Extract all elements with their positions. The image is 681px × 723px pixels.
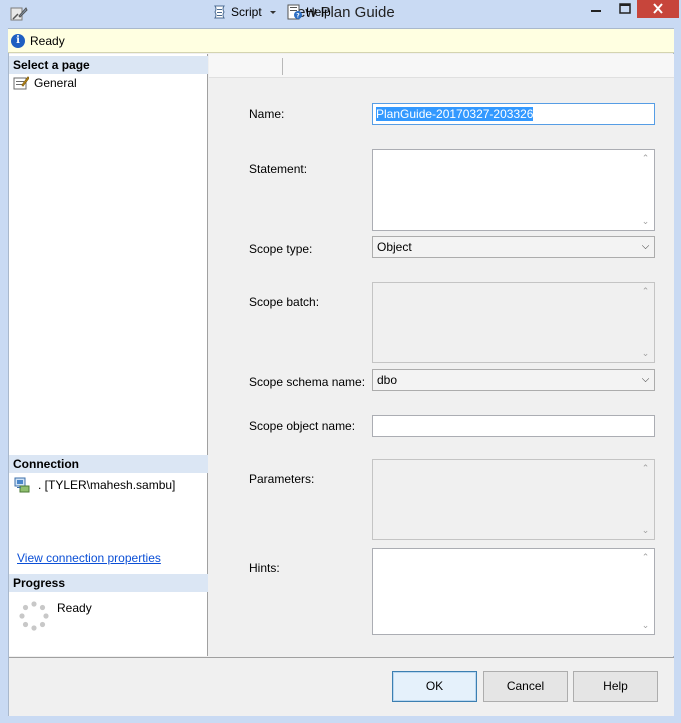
name-field[interactable]: PlanGuide-20170327-203326 [372,103,655,125]
page-selector-pane [9,54,208,656]
toolbar [209,54,674,78]
scope-schema-select[interactable]: dbo ⌵ [372,369,655,391]
scroll-up-icon[interactable]: ⌃ [637,549,654,566]
window-title: New Plan Guide [286,4,395,21]
ok-button[interactable]: OK [392,671,477,702]
script-icon [214,5,225,19]
scroll-up-icon: ⌃ [641,463,650,473]
scroll-down-icon[interactable]: ⌄ [637,617,654,634]
minimize-button[interactable] [582,0,610,18]
hints-label: Hints: [249,561,280,575]
help-label: Help [306,5,331,19]
status-text: Ready [30,34,65,48]
help-icon: ? [287,4,302,20]
close-icon [653,3,663,14]
chevron-down-icon: ⌵ [641,374,650,385]
scroll-up-icon: ⌃ [641,286,650,296]
scope-schema-value: dbo [377,373,398,387]
svg-text:?: ? [296,13,300,20]
hints-scrollbar[interactable]: ⌃ ⌄ [637,549,654,634]
server-connection-icon [14,477,30,493]
view-connection-properties-link[interactable]: View connection properties [17,551,161,565]
connection-header: Connection [9,455,208,473]
scope-schema-label: Scope schema name: [249,375,366,389]
statement-scrollbar[interactable]: ⌃ ⌄ [637,150,654,230]
progress-status-text: Ready [57,601,92,615]
parameters-textarea: ⌃ ⌄ [372,459,655,540]
scope-batch-textarea: ⌃ ⌄ [372,282,655,363]
scope-type-value: Object [377,240,412,254]
dropdown-arrow-icon [270,11,276,14]
scroll-down-icon: ⌄ [641,525,650,535]
toolbar-help-button[interactable]: ? Help [287,4,333,21]
scope-object-label: Scope object name: [249,419,356,433]
scroll-down-icon: ⌄ [641,348,650,358]
script-button[interactable]: Script [212,4,278,21]
scope-type-label: Scope type: [249,242,313,256]
chevron-down-icon: ⌵ [641,241,650,252]
name-label: Name: [249,107,285,121]
scroll-down-icon[interactable]: ⌄ [637,213,654,230]
scope-batch-label: Scope batch: [249,295,320,309]
scope-type-select[interactable]: Object ⌵ [372,236,655,258]
status-bar: i Ready [8,29,674,53]
parameters-scrollbar: ⌃ ⌄ [637,460,654,539]
page-item-label: General [34,76,77,90]
name-value: PlanGuide-20170327-203326 [376,107,534,121]
minimize-icon [591,10,601,12]
hints-textarea[interactable]: ⌃ ⌄ [372,548,655,635]
page-general-icon [13,76,29,90]
title-bar[interactable]: New Plan Guide [0,0,681,28]
cancel-button[interactable]: Cancel [483,671,568,702]
parameters-label: Parameters: [249,472,315,486]
progress-spinner-icon [19,601,49,631]
close-button[interactable] [637,0,679,18]
scope-object-field[interactable] [372,415,655,437]
toolbar-separator [282,58,283,75]
maximize-icon [619,3,631,14]
statement-textarea[interactable]: ⌃ ⌄ [372,149,655,231]
scroll-up-icon[interactable]: ⌃ [637,150,654,167]
info-icon: i [11,34,25,48]
connection-label: . [TYLER\mahesh.sambu] [38,478,176,492]
script-label: Script [231,5,262,19]
help-button[interactable]: Help [573,671,658,702]
statement-label: Statement: [249,162,308,176]
progress-header: Progress [9,574,208,592]
maximize-button[interactable] [612,0,638,18]
select-page-header: Select a page [9,56,208,74]
scope-batch-scrollbar: ⌃ ⌄ [637,283,654,362]
